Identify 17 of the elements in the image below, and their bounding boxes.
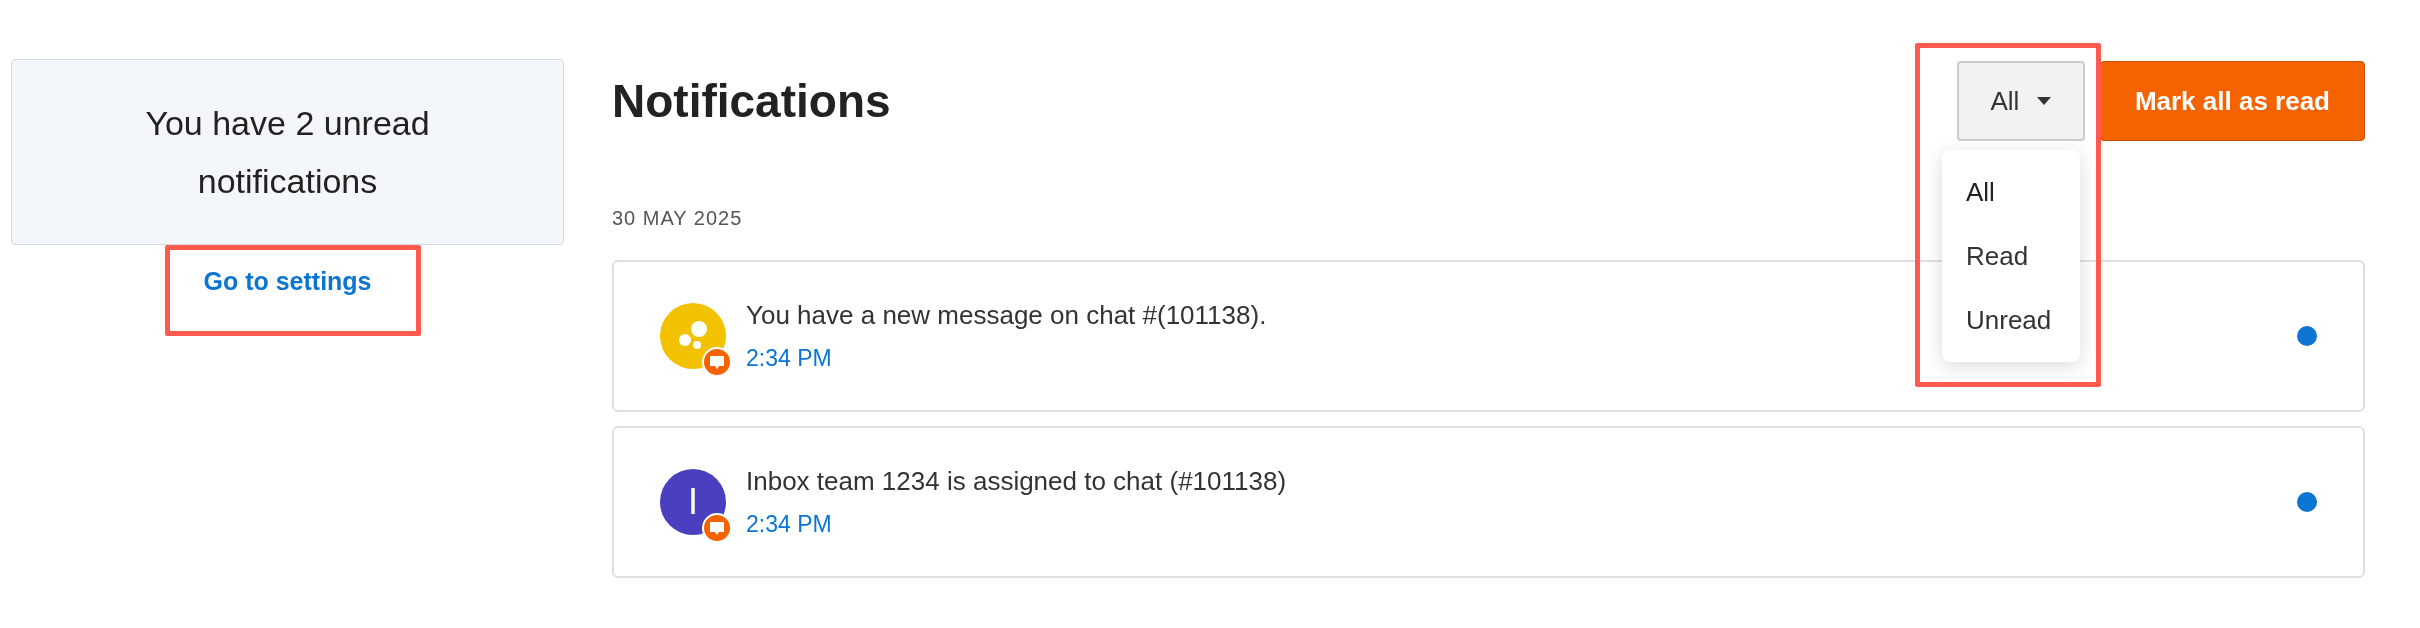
filter-option[interactable]: All — [1942, 160, 2080, 224]
chat-badge-icon — [702, 513, 732, 543]
avatar-letter: I — [688, 481, 698, 523]
filter-dropdown[interactable]: All — [1956, 61, 2085, 141]
notification-message: Inbox team 1234 is assigned to chat (#101138) — [746, 466, 1287, 497]
page-title: Notifications — [612, 74, 892, 128]
notification-message: You have a new message on chat #(101138). — [746, 300, 1267, 331]
filter-option[interactable]: Read — [1942, 224, 2080, 288]
unread-summary: You have 2 unread notifications — [144, 103, 431, 202]
notification-time: 2:34 PM — [746, 345, 832, 372]
settings-link[interactable]: Go to settings — [203, 267, 372, 296]
caret-icon — [2037, 97, 2052, 105]
notification-time: 2:34 PM — [746, 511, 832, 538]
chat-badge-icon — [702, 347, 732, 377]
date-heading: 30 MAY 2025 — [612, 207, 743, 230]
filter-option[interactable]: Unread — [1942, 288, 2080, 352]
notification-card[interactable]: I Inbox team 1234 is assigned to chat (#101138) 2:34 PM — [612, 426, 2365, 578]
